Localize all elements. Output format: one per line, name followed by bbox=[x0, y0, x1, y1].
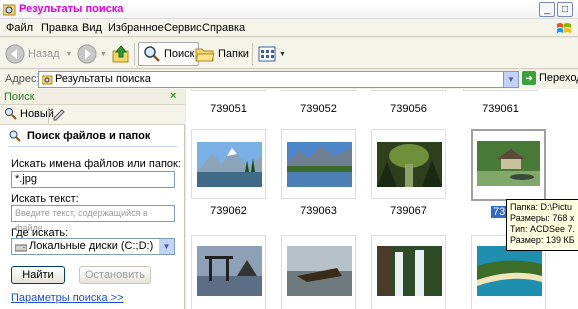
shipwreck-image bbox=[287, 246, 352, 296]
file-info-tooltip: Папка: D:\Pictu Размеры: 768 x Тип: ACDS… bbox=[506, 199, 578, 251]
address-field[interactable]: Результаты поиска ▼ bbox=[38, 71, 519, 88]
menu-view[interactable]: Вид bbox=[82, 22, 102, 34]
new-search-button[interactable]: Новый bbox=[4, 107, 54, 121]
search-label: Поиск bbox=[164, 48, 195, 60]
menu-tools[interactable]: Сервис bbox=[164, 22, 202, 34]
tooltip-size: Размер: 139 КБ bbox=[510, 235, 575, 245]
where-dropdown-icon[interactable]: ▼ bbox=[159, 239, 174, 254]
views-button[interactable]: ▼ bbox=[258, 42, 286, 66]
search-pane-header: Поиск × bbox=[0, 89, 185, 105]
mountain-lake-image bbox=[197, 142, 262, 187]
thumbnail-frame[interactable] bbox=[191, 89, 266, 91]
forward-arrow-icon bbox=[77, 44, 97, 64]
torii-sunset-image bbox=[197, 246, 262, 296]
filename-input[interactable]: *.jpg bbox=[11, 171, 175, 188]
back-label: Назад bbox=[28, 48, 60, 60]
menu-help[interactable]: Справка bbox=[202, 22, 245, 34]
search-window-icon bbox=[3, 4, 16, 16]
windows-logo-icon bbox=[557, 23, 571, 33]
thumbnail-frame[interactable] bbox=[281, 89, 356, 91]
maximize-button[interactable]: □ bbox=[557, 2, 573, 17]
address-label: Адрес: bbox=[5, 73, 40, 85]
file-name[interactable]: 739052 bbox=[281, 103, 356, 115]
thumbnail[interactable] bbox=[191, 235, 266, 309]
file-name[interactable]: 739051 bbox=[191, 103, 266, 115]
close-icon[interactable]: × bbox=[170, 90, 176, 102]
folders-button[interactable]: Папки bbox=[195, 42, 249, 66]
stop-button[interactable]: Остановить bbox=[79, 266, 151, 284]
thumbnail[interactable] bbox=[281, 235, 356, 309]
menu-edit[interactable]: Правка bbox=[41, 22, 78, 34]
forest-image bbox=[377, 142, 442, 187]
thumbnail-frame[interactable] bbox=[463, 89, 538, 91]
tooltip-folder: Папка: D:\Pictu bbox=[510, 202, 572, 212]
toolbar: Назад ▼ ▼ Поиск Папки ▼ bbox=[0, 38, 578, 69]
file-name[interactable]: 739056 bbox=[371, 103, 446, 115]
views-dropdown-icon[interactable]: ▼ bbox=[279, 51, 286, 58]
thumbnail[interactable] bbox=[371, 235, 446, 309]
back-dropdown-icon[interactable]: ▼ bbox=[66, 51, 73, 58]
search-pane-title: Поиск bbox=[4, 91, 35, 103]
search-pane-toolbar: Новый bbox=[0, 105, 185, 125]
search-pane: Поиск × Новый Поиск файлов и папок Искат… bbox=[0, 89, 185, 309]
thumbnail[interactable] bbox=[281, 129, 356, 199]
thumbnail[interactable] bbox=[191, 129, 266, 199]
search-button[interactable]: Поиск bbox=[138, 42, 200, 66]
waterfall-image bbox=[377, 246, 442, 296]
find-button[interactable]: Найти bbox=[11, 266, 65, 284]
tooltip-dimensions: Размеры: 768 x bbox=[510, 213, 575, 223]
search-heading: Поиск файлов и папок bbox=[9, 130, 150, 142]
address-dropdown-icon[interactable]: ▼ bbox=[503, 72, 518, 87]
where-value: Локальные диски (C:;D:) bbox=[29, 240, 154, 252]
go-arrow-icon: ➜ bbox=[522, 71, 536, 85]
menu-favorites[interactable]: Избранное bbox=[108, 22, 164, 34]
file-name[interactable]: 739067 bbox=[371, 205, 446, 217]
file-name[interactable]: 739061 bbox=[463, 103, 538, 115]
thumbnail-selected[interactable] bbox=[471, 129, 546, 201]
up-folder-icon bbox=[112, 45, 129, 63]
thumbnail[interactable] bbox=[371, 129, 446, 199]
forward-dropdown-icon[interactable]: ▼ bbox=[100, 51, 107, 58]
views-icon bbox=[258, 46, 276, 62]
minimize-button[interactable]: _ bbox=[539, 2, 555, 17]
edit-icon bbox=[53, 109, 65, 121]
window-title: Результаты поиска bbox=[19, 3, 124, 15]
garden-house-image bbox=[477, 141, 540, 186]
tropical-beach-image bbox=[477, 246, 542, 296]
menu-file[interactable]: Файл bbox=[6, 22, 33, 34]
folders-icon bbox=[195, 48, 215, 62]
search-pane-extra-button[interactable] bbox=[52, 107, 66, 124]
go-label: Переход bbox=[539, 72, 578, 84]
search-results-icon bbox=[42, 75, 53, 85]
tooltip-type: Тип: ACDSee 7. bbox=[510, 224, 576, 234]
new-search-icon bbox=[5, 108, 17, 120]
file-name[interactable]: 739063 bbox=[281, 205, 356, 217]
go-button[interactable]: ➜ Переход bbox=[522, 71, 578, 85]
search-options-link[interactable]: Параметры поиска >> bbox=[11, 292, 124, 304]
text-input[interactable]: Введите текст, содержащийся в файле. bbox=[11, 205, 175, 233]
mountain-reflection-image bbox=[287, 142, 352, 187]
forward-button[interactable]: ▼ bbox=[77, 42, 107, 66]
drive-icon bbox=[15, 244, 27, 252]
address-value: Результаты поиска bbox=[55, 73, 151, 85]
file-name[interactable]: 739062 bbox=[191, 205, 266, 217]
folders-label: Папки bbox=[218, 48, 249, 60]
back-button[interactable]: Назад ▼ bbox=[5, 42, 72, 66]
menu-bar: Файл Правка Вид Избранное Сервис Справка bbox=[0, 19, 578, 37]
title-bar: Результаты поиска _ □ bbox=[0, 0, 578, 19]
search-icon bbox=[144, 46, 160, 62]
search-heading-icon bbox=[9, 130, 21, 142]
up-folder-button[interactable] bbox=[111, 42, 131, 66]
address-bar: Адрес: Результаты поиска ▼ ➜ Переход bbox=[0, 70, 578, 89]
where-select[interactable]: Локальные диски (C:;D:) ▼ bbox=[11, 238, 175, 255]
search-heading-text: Поиск файлов и папок bbox=[27, 130, 151, 142]
thumbnail-frame[interactable] bbox=[371, 89, 446, 91]
filename-label: Искать имена файлов или папок: bbox=[11, 158, 181, 170]
back-arrow-icon bbox=[5, 44, 25, 64]
text-label: Искать текст: bbox=[11, 193, 79, 205]
